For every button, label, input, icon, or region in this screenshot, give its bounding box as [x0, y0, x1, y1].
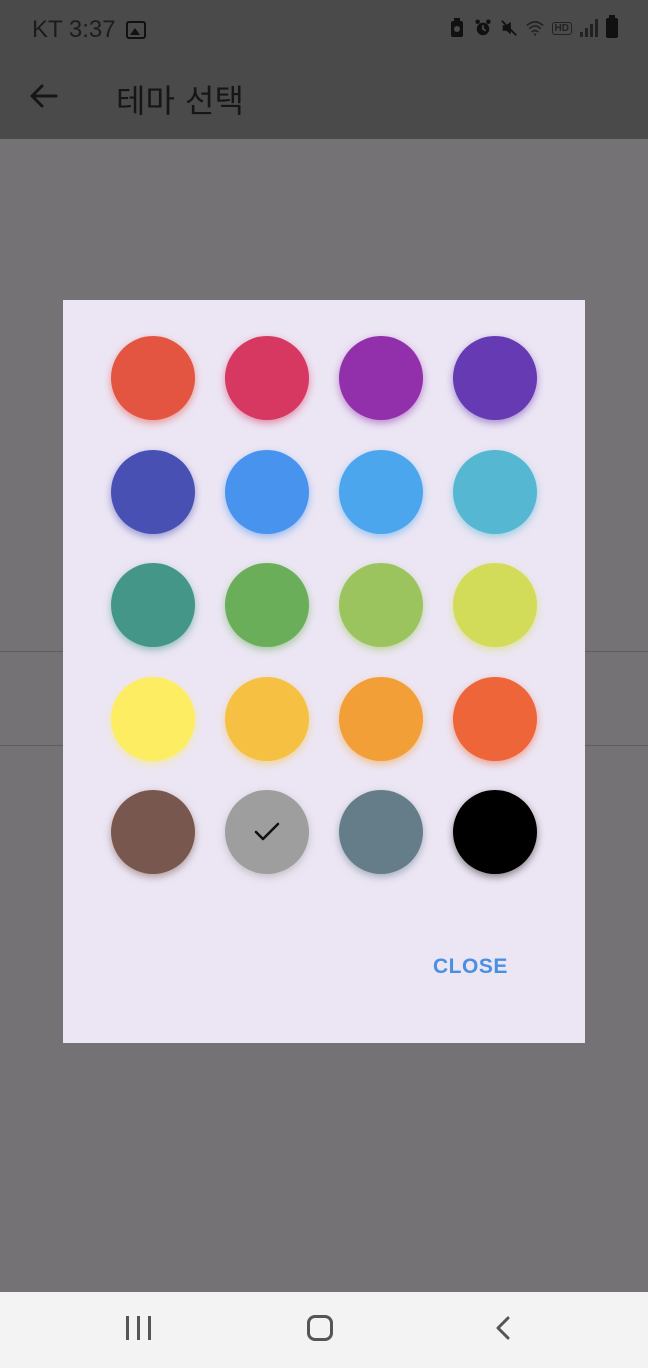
carrier-time: KT 3:37 — [32, 16, 116, 43]
status-icons: HD — [448, 15, 618, 38]
chevron-left-icon[interactable] — [490, 1314, 518, 1342]
color-swatch[interactable] — [339, 336, 423, 420]
color-swatch[interactable] — [453, 563, 537, 647]
color-swatch[interactable] — [111, 676, 195, 761]
color-swatch[interactable] — [339, 563, 423, 647]
page-title: 테마 선택 — [116, 82, 244, 120]
status-bar: KT 3:37 HD — [0, 0, 648, 62]
color-swatch[interactable] — [453, 676, 537, 761]
gallery-notification-icon — [125, 21, 146, 39]
hd-voice-badge: HD — [551, 21, 572, 35]
close-button[interactable]: CLOSE — [433, 955, 508, 979]
color-swatch[interactable] — [225, 563, 309, 647]
navigation-bar — [0, 1292, 648, 1368]
color-swatch[interactable] — [339, 676, 423, 761]
color-swatch[interactable] — [225, 336, 309, 420]
status-left: KT 3:37 — [32, 16, 146, 44]
color-swatch[interactable] — [111, 336, 195, 420]
color-swatch[interactable] — [339, 790, 423, 874]
theme-color-dialog: CLOSE — [63, 300, 585, 1043]
battery-saver-icon — [450, 18, 463, 37]
color-swatch[interactable] — [339, 449, 423, 534]
wifi-icon — [525, 21, 544, 36]
color-swatch[interactable] — [225, 676, 309, 761]
app-bar: 테마 선택 — [0, 62, 648, 139]
recent-apps-icon[interactable] — [126, 1316, 151, 1340]
check-icon — [254, 822, 280, 841]
home-icon[interactable] — [307, 1315, 333, 1341]
arrow-left-icon[interactable] — [28, 80, 60, 112]
color-swatch[interactable] — [111, 449, 195, 534]
battery-icon — [606, 15, 618, 38]
color-swatch[interactable] — [111, 563, 195, 647]
color-swatch[interactable] — [453, 449, 537, 534]
color-swatch[interactable] — [453, 790, 537, 874]
alarm-icon — [474, 19, 491, 36]
mute-icon — [500, 20, 517, 36]
signal-icon — [580, 19, 598, 37]
color-swatch[interactable] — [225, 790, 309, 874]
color-swatch[interactable] — [111, 790, 195, 874]
color-swatch[interactable] — [225, 449, 309, 534]
color-swatch[interactable] — [453, 336, 537, 420]
